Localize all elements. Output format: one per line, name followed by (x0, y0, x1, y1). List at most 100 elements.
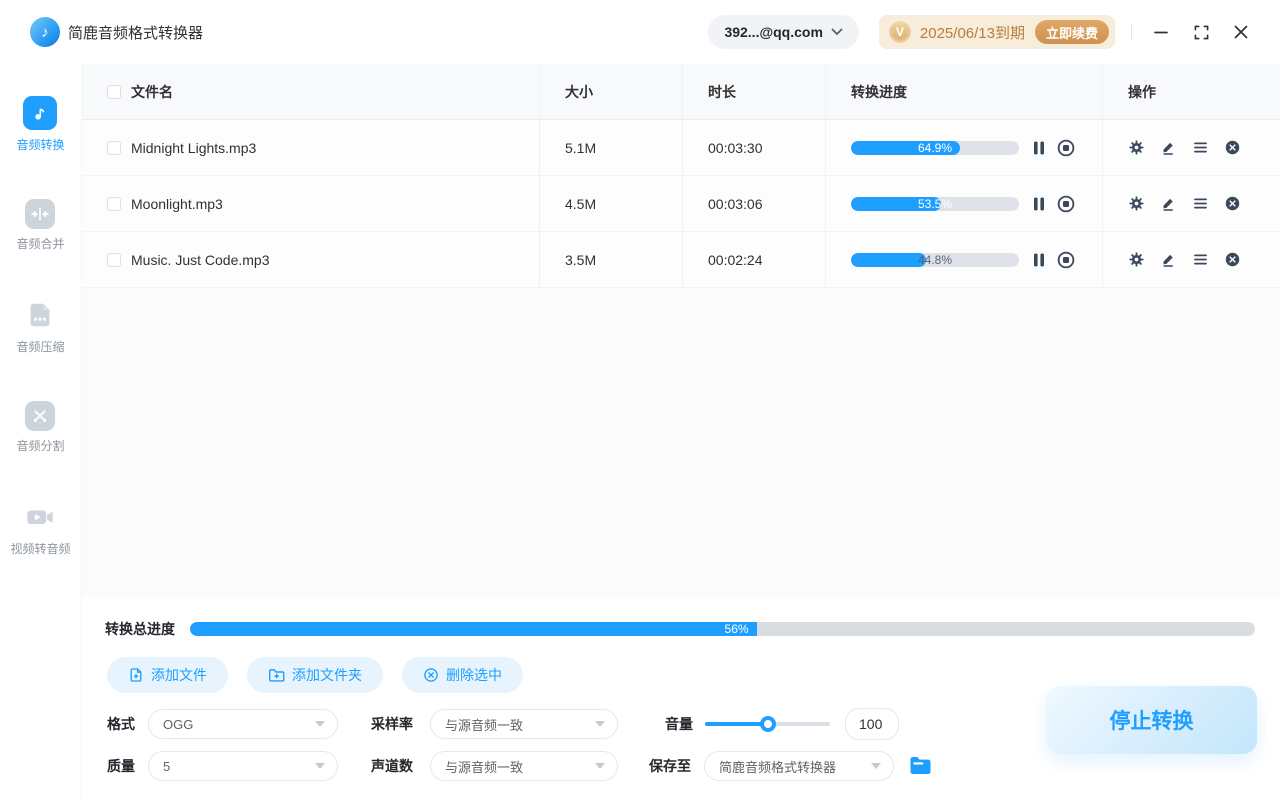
video-to-audio-icon (23, 500, 57, 534)
quality-select[interactable]: 5 (148, 751, 338, 781)
table-header-row: 文件名 大小 时长 转换进度 操作 (82, 64, 1280, 120)
control-panel: 转换总进度 56% 添加文件 添加文件夹 删除选中 格式 OGG 采样率 与源音… (82, 597, 1280, 800)
save-to-label: 保存至 (649, 758, 691, 774)
sidebar: 音频转换 音频合并 音频压缩 音频分割 视频转音频 (0, 64, 82, 800)
sample-rate-label: 采样率 (371, 716, 413, 732)
x-circle-icon (424, 668, 438, 682)
maximize-button[interactable] (1186, 17, 1216, 47)
file-plus-icon (130, 668, 142, 682)
slider-thumb[interactable] (759, 716, 776, 732)
sidebar-item-audio-split[interactable]: 音频分割 (16, 401, 65, 454)
row-checkbox[interactable] (107, 140, 121, 155)
stop-row-button[interactable] (1057, 195, 1075, 213)
pause-button[interactable] (1033, 141, 1045, 155)
volume-slider[interactable] (705, 716, 830, 732)
settings-icon[interactable] (1128, 251, 1145, 268)
audio-convert-icon (23, 96, 58, 130)
open-folder-button[interactable] (909, 756, 932, 776)
table-row: Moonlight.mp3 4.5M 00:03:06 53.5% (82, 176, 1280, 232)
account-email: 392...@qq.com (724, 24, 823, 40)
stop-row-button[interactable] (1057, 139, 1075, 157)
sidebar-item-audio-merge[interactable]: 音频合并 (16, 199, 65, 252)
progress-bar: 53.5% (851, 196, 1019, 211)
table-row: Music. Just Code.mp3 3.5M 00:02:24 44.8% (82, 232, 1280, 288)
sidebar-item-label: 视频转音频 (10, 542, 71, 556)
format-label: 格式 (107, 716, 135, 732)
col-header-size: 大小 (540, 64, 683, 120)
save-to-select[interactable]: 简鹿音频格式转换器 (704, 751, 894, 781)
file-duration: 00:03:06 (683, 176, 826, 232)
remove-icon[interactable] (1224, 251, 1241, 268)
file-table: 文件名 大小 时长 转换进度 操作 Midnight Lights.mp3 5.… (82, 64, 1280, 288)
channels-label: 声道数 (371, 758, 413, 774)
progress-cell: 53.5% (826, 176, 1103, 232)
file-list-area: 文件名 大小 时长 转换进度 操作 Midnight Lights.mp3 5.… (82, 64, 1280, 597)
audio-merge-icon (25, 199, 56, 229)
file-name: Midnight Lights.mp3 (131, 139, 257, 156)
minimize-button[interactable] (1146, 17, 1176, 47)
format-select[interactable]: OGG (148, 709, 338, 739)
edit-icon[interactable] (1160, 251, 1177, 268)
sidebar-item-audio-convert[interactable]: 音频转换 (16, 96, 65, 153)
vip-status: V 2025/06/13到期 立即续费 (878, 15, 1115, 49)
sidebar-item-label: 音频分割 (16, 439, 65, 453)
details-icon[interactable] (1192, 251, 1209, 268)
close-button[interactable] (1226, 17, 1256, 47)
total-progress-value: 56% (190, 622, 757, 636)
account-menu[interactable]: 392...@qq.com (708, 15, 859, 49)
settings-icon[interactable] (1128, 195, 1145, 212)
dropdown-arrow-icon (871, 763, 881, 769)
vip-crown-icon: V (888, 21, 911, 43)
edit-icon[interactable] (1160, 139, 1177, 156)
volume-label: 音量 (665, 716, 693, 732)
sidebar-item-audio-compress[interactable]: 音频压缩 (16, 298, 65, 355)
stop-conversion-button[interactable]: 停止转换 (1046, 686, 1257, 754)
dropdown-arrow-icon (595, 763, 605, 769)
channels-select[interactable]: 与源音频一致 (430, 751, 618, 781)
folder-icon (910, 757, 931, 774)
total-progress-bar: 56% (190, 622, 1255, 636)
add-file-button[interactable]: 添加文件 (107, 657, 228, 693)
remove-icon[interactable] (1224, 139, 1241, 156)
chevron-down-icon (831, 28, 843, 35)
progress-value: 44.8% (917, 252, 953, 267)
details-icon[interactable] (1192, 139, 1209, 156)
details-icon[interactable] (1192, 195, 1209, 212)
pause-button[interactable] (1033, 253, 1045, 267)
quality-label: 质量 (107, 758, 135, 774)
sidebar-item-label: 音频转换 (16, 138, 65, 152)
file-duration: 00:03:30 (683, 120, 826, 176)
divider (1131, 23, 1132, 41)
dropdown-arrow-icon (595, 721, 605, 727)
progress-value: 64.9% (917, 140, 953, 155)
progress-bar: 44.8% (851, 252, 1019, 267)
progress-cell: 44.8% (826, 232, 1103, 288)
edit-icon[interactable] (1160, 195, 1177, 212)
add-folder-button[interactable]: 添加文件夹 (247, 657, 383, 693)
settings-row-2: 质量 5 声道数 与源音频一致 保存至 简鹿音频格式转换器 (107, 751, 1280, 781)
app-title: 简鹿音频格式转换器 (68, 24, 204, 42)
row-checkbox[interactable] (107, 196, 121, 211)
remove-icon[interactable] (1224, 195, 1241, 212)
delete-selected-button[interactable]: 删除选中 (402, 657, 523, 693)
file-size: 5.1M (540, 120, 683, 176)
folder-plus-icon (268, 669, 285, 682)
dropdown-arrow-icon (315, 763, 325, 769)
col-header-name: 文件名 (131, 83, 173, 100)
row-checkbox[interactable] (107, 252, 121, 267)
actions-cell (1103, 232, 1280, 288)
sample-rate-select[interactable]: 与源音频一致 (430, 709, 618, 739)
settings-icon[interactable] (1128, 139, 1145, 156)
col-header-duration: 时长 (683, 64, 826, 120)
renew-button[interactable]: 立即续费 (1034, 20, 1109, 44)
sidebar-item-video-to-audio[interactable]: 视频转音频 (10, 500, 71, 557)
app-logo-icon: ♪ (30, 17, 60, 47)
dropdown-arrow-icon (315, 721, 325, 727)
select-all-checkbox[interactable] (107, 84, 121, 99)
pause-button[interactable] (1033, 197, 1045, 211)
file-name: Music. Just Code.mp3 (131, 251, 270, 268)
stop-row-button[interactable] (1057, 251, 1075, 269)
volume-input[interactable] (845, 708, 899, 740)
actions-cell (1103, 120, 1280, 176)
file-duration: 00:02:24 (683, 232, 826, 288)
